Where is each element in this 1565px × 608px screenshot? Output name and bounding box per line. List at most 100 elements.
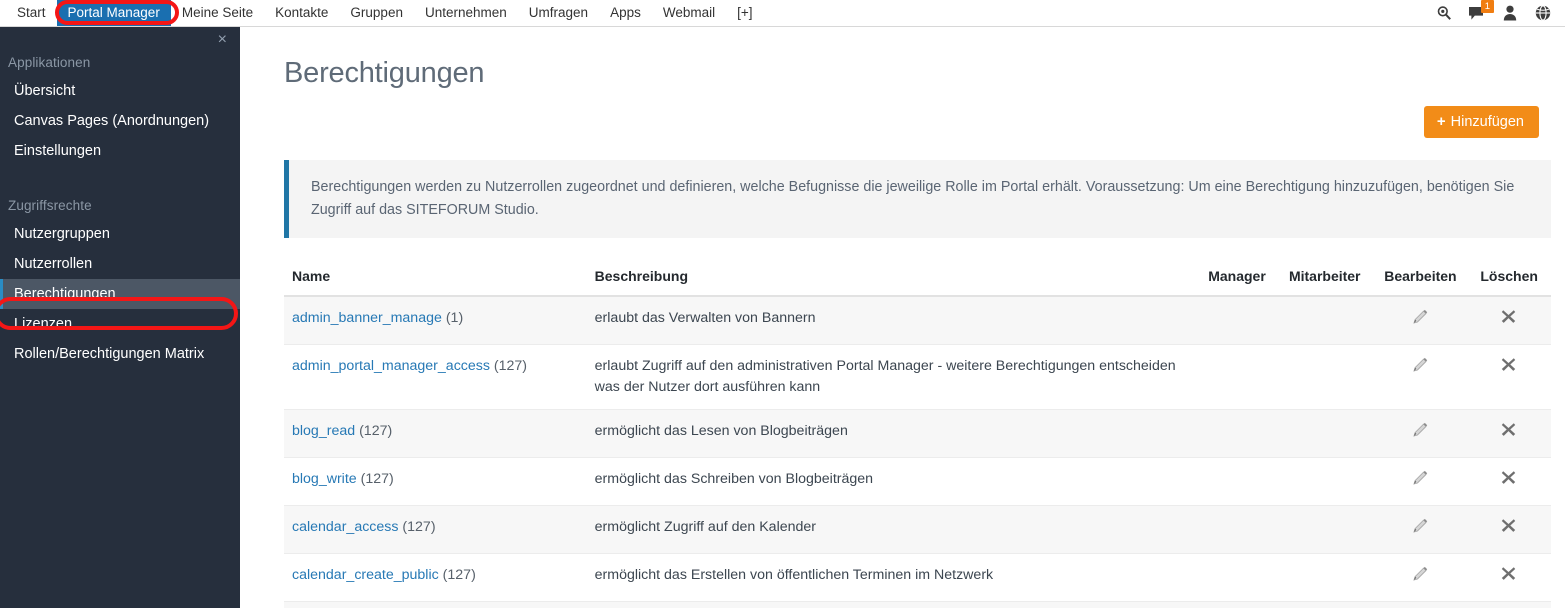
sidebar-item-nutzergruppen[interactable]: Nutzergruppen bbox=[0, 219, 240, 249]
nav-item-[interactable]: [+] bbox=[726, 0, 763, 26]
cell-edit bbox=[1373, 505, 1468, 554]
top-nav-icons: 1 bbox=[1435, 0, 1565, 26]
delete-x-icon bbox=[1500, 469, 1518, 487]
permission-link[interactable]: blog_write bbox=[292, 471, 357, 487]
sidebar-item-canvas-pages-anordnungen[interactable]: Canvas Pages (Anordnungen) bbox=[0, 106, 240, 136]
delete-x-icon bbox=[1500, 565, 1518, 583]
message-badge: 1 bbox=[1480, 0, 1494, 13]
permission-count: (127) bbox=[402, 519, 436, 535]
nav-item-start[interactable]: Start bbox=[6, 0, 57, 26]
permission-count: (127) bbox=[359, 423, 393, 439]
cell-manager bbox=[1198, 601, 1276, 608]
cell-manager bbox=[1198, 505, 1276, 554]
cell-manager bbox=[1198, 553, 1276, 602]
close-icon[interactable]: × bbox=[218, 31, 227, 49]
sidebar-item-nutzerrollen[interactable]: Nutzerrollen bbox=[0, 249, 240, 279]
cell-description: Allows users to manage online meeting ev… bbox=[588, 601, 1199, 608]
nav-item-umfragen[interactable]: Umfragen bbox=[518, 0, 599, 26]
cell-name: blog_write (127) bbox=[284, 457, 589, 506]
top-navigation-bar: Start Portal Manager Meine Seite Kontakte Gr… bbox=[0, 0, 1565, 27]
user-icon[interactable] bbox=[1501, 5, 1518, 22]
pencil-icon bbox=[1411, 356, 1429, 374]
toolbar: + Hinzufügen bbox=[240, 90, 1565, 138]
sidebar-item-einstellungen[interactable]: Einstellungen bbox=[0, 136, 240, 166]
cell-delete bbox=[1467, 457, 1551, 506]
cell-description: ermöglicht Zugriff auf den Kalender bbox=[588, 505, 1199, 554]
nav-item-unternehmen[interactable]: Unternehmen bbox=[414, 0, 518, 26]
permissions-table: Name Beschreibung Manager Mitarbeiter Be… bbox=[284, 262, 1551, 608]
table-header-row: Name Beschreibung Manager Mitarbeiter Be… bbox=[284, 262, 1551, 297]
top-nav-items: Start Portal Manager Meine Seite Kontakte Gr… bbox=[0, 0, 764, 26]
column-header-manager: Manager bbox=[1198, 262, 1276, 297]
column-header-description: Beschreibung bbox=[588, 262, 1199, 297]
permission-link[interactable]: admin_portal_manager_access bbox=[292, 358, 490, 374]
cell-description: erlaubt Zugriff auf den administrativen … bbox=[588, 344, 1199, 410]
cell-employee bbox=[1275, 409, 1374, 458]
column-header-name: Name bbox=[284, 262, 589, 297]
table-row: calendar_create_public (127) ermöglicht d… bbox=[284, 553, 1551, 602]
cell-edit bbox=[1373, 344, 1468, 410]
table-row: blog_read (127) ermöglicht das Lesen von … bbox=[284, 409, 1551, 458]
nav-item-portal-manager[interactable]: Portal Manager bbox=[56, 0, 171, 26]
cell-edit bbox=[1373, 601, 1468, 608]
add-button-label: Hinzufügen bbox=[1450, 114, 1524, 130]
cell-name: calendar_meeting_manage (0) bbox=[284, 601, 589, 608]
sidebar: × Applikationen Übersicht Canvas Pages (An… bbox=[0, 27, 240, 608]
table-row: blog_write (127) ermöglicht das Schreiben… bbox=[284, 457, 1551, 506]
permission-link[interactable]: calendar_access bbox=[292, 519, 398, 535]
cell-edit bbox=[1373, 409, 1468, 458]
nav-item-meine-seite[interactable]: Meine Seite bbox=[171, 0, 264, 26]
table-row: calendar_access (127) ermöglicht Zugriff … bbox=[284, 505, 1551, 554]
cell-manager bbox=[1198, 296, 1276, 345]
permission-link[interactable]: blog_read bbox=[292, 423, 355, 439]
permission-count: (127) bbox=[360, 471, 394, 487]
pencil-icon bbox=[1411, 421, 1429, 439]
cell-employee bbox=[1275, 601, 1374, 608]
nav-item-apps[interactable]: Apps bbox=[599, 0, 652, 26]
sidebar-item-lizenzen[interactable]: Lizenzen bbox=[0, 309, 240, 339]
permission-count: (1) bbox=[445, 310, 464, 326]
cell-delete bbox=[1467, 409, 1551, 458]
cell-name: admin_banner_manage (1) bbox=[284, 296, 589, 345]
cell-name: admin_portal_manager_access (127) bbox=[284, 344, 589, 410]
column-header-edit: Bearbeiten bbox=[1373, 262, 1468, 297]
cell-description: ermöglicht das Erstellen von öffentliche… bbox=[588, 553, 1199, 602]
cell-employee bbox=[1275, 296, 1374, 345]
globe-icon[interactable] bbox=[1534, 5, 1551, 22]
permission-link[interactable]: admin_banner_manage bbox=[292, 310, 442, 326]
add-button[interactable]: + Hinzufügen bbox=[1423, 106, 1539, 138]
info-notice: Berechtigungen werden zu Nutzerrollen zu… bbox=[284, 160, 1551, 238]
delete-x-icon bbox=[1500, 517, 1518, 535]
cell-delete bbox=[1467, 344, 1551, 410]
permission-link[interactable]: calendar_create_public bbox=[292, 567, 439, 583]
table-row: calendar_meeting_manage (0)Allows users … bbox=[284, 601, 1551, 608]
table-row: admin_banner_manage (1) erlaubt das Verwa… bbox=[284, 296, 1551, 345]
cell-employee bbox=[1275, 344, 1374, 410]
delete-x-icon bbox=[1500, 421, 1518, 439]
pencil-icon bbox=[1411, 517, 1429, 535]
nav-item-webmail[interactable]: Webmail bbox=[652, 0, 726, 26]
cell-description: erlaubt das Verwalten von Bannern bbox=[588, 296, 1199, 345]
cell-manager bbox=[1198, 457, 1276, 506]
sidebar-group-title: Zugriffsrechte bbox=[8, 198, 92, 213]
search-icon[interactable] bbox=[1435, 5, 1452, 22]
cell-name: calendar_access (127) bbox=[284, 505, 589, 554]
cell-edit bbox=[1373, 457, 1468, 506]
nav-item-gruppen[interactable]: Gruppen bbox=[339, 0, 414, 26]
permission-count: (127) bbox=[442, 567, 476, 583]
pencil-icon bbox=[1411, 308, 1429, 326]
plus-icon: + bbox=[1436, 113, 1446, 130]
cell-employee bbox=[1275, 505, 1374, 554]
permissions-table-body: admin_banner_manage (1) erlaubt das Verwa… bbox=[284, 296, 1551, 608]
sidebar-item-rollen-berechtigungen-matrix[interactable]: Rollen/Berechtigungen Matrix bbox=[0, 339, 240, 369]
sidebar-group-title: Applikationen bbox=[8, 55, 91, 70]
cell-manager bbox=[1198, 409, 1276, 458]
cell-description: ermöglicht das Schreiben von Blogbeiträg… bbox=[588, 457, 1199, 506]
sidebar-item-bersicht[interactable]: Übersicht bbox=[0, 76, 240, 106]
column-header-delete: Löschen bbox=[1467, 262, 1551, 297]
nav-item-kontakte[interactable]: Kontakte bbox=[264, 0, 339, 26]
sidebar-item-berechtigungen[interactable]: Berechtigungen bbox=[0, 279, 240, 309]
cell-manager bbox=[1198, 344, 1276, 410]
message-icon[interactable]: 1 bbox=[1468, 0, 1494, 22]
cell-employee bbox=[1275, 457, 1374, 506]
